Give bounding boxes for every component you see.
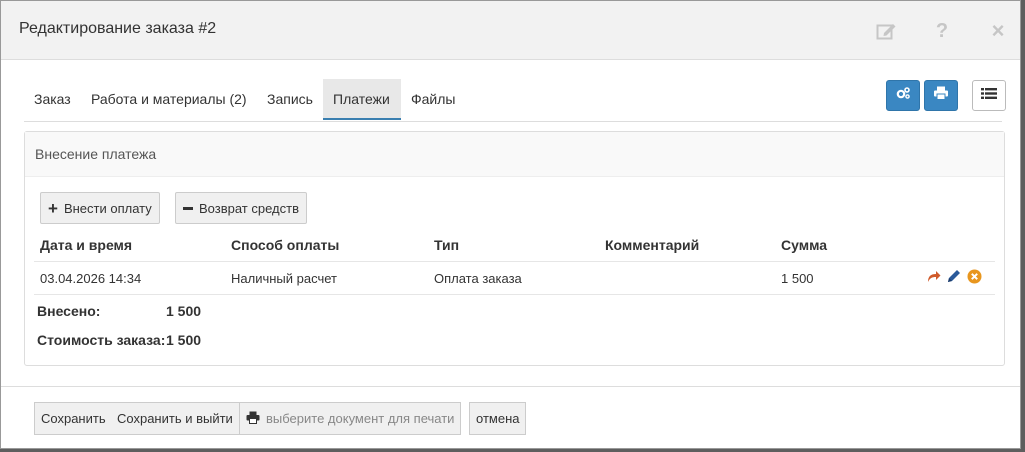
tab-payments[interactable]: Платежи [323,79,401,120]
help-icon[interactable]: ? [930,19,954,43]
settings-gears-icon [895,86,911,105]
cell-type: Оплата заказа [434,271,522,286]
list-icon [981,87,997,105]
print-document-select[interactable]: выберите документ для печати [240,402,462,435]
column-header-type[interactable]: Тип [434,237,459,253]
settings-button[interactable] [886,80,920,111]
table-divider [34,294,995,295]
edit-pencil-icon[interactable] [947,269,961,288]
paid-label: Внесено: [37,303,101,319]
modal-title: Редактирование заказа #2 [19,20,217,37]
tab-appointment[interactable]: Запись [257,79,323,120]
add-payment-label: Внести оплату [63,200,152,216]
print-icon [933,86,949,105]
refund-button[interactable]: Возврат средств [175,192,307,224]
cell-method: Наличный расчет [231,271,337,286]
column-header-amount[interactable]: Сумма [781,237,827,253]
add-payment-button[interactable]: + Внести оплату [40,192,160,224]
tab-order[interactable]: Заказ [24,79,81,120]
paid-value: 1 500 [166,303,202,319]
tab-work-materials[interactable]: Работа и материалы (2) [81,79,257,120]
refund-label: Возврат средств [199,200,299,216]
cell-datetime: 03.04.2026 14:34 [40,271,142,286]
modal-header: Редактирование заказа #2 ? × [1,1,1020,60]
list-view-button[interactable] [972,80,1006,111]
payment-panel: Внесение платежа [24,131,1005,366]
cell-amount: 1 500 [781,271,814,286]
column-header-comment[interactable]: Комментарий [605,237,699,253]
order-cost-value: 1 500 [166,332,202,348]
tab-bar: Заказ Работа и материалы (2) Запись Плат… [24,79,1002,122]
table-divider [34,261,995,262]
save-button[interactable]: Сохранить [34,402,113,435]
close-icon[interactable]: × [986,18,1010,43]
order-cost-label: Стоимость заказа: [37,332,166,348]
cancel-button[interactable]: отмена [469,402,527,435]
print-icon [246,411,260,427]
edit-icon[interactable] [875,19,899,43]
save-and-exit-button[interactable]: Сохранить и выйти [111,402,240,435]
column-header-datetime[interactable]: Дата и время [40,237,132,253]
plus-icon: + [48,198,58,218]
print-button[interactable] [924,80,958,111]
tab-files[interactable]: Файлы [401,79,465,120]
edit-order-modal: Редактирование заказа #2 ? × Заказ Работ… [0,0,1021,449]
delete-circle-icon[interactable] [967,269,982,289]
panel-title: Внесение платежа [25,132,1004,177]
share-arrow-icon[interactable] [926,269,941,288]
footer-divider [1,386,1020,387]
minus-icon [183,206,193,210]
print-document-label: выберите документ для печати [266,411,455,426]
column-header-method[interactable]: Способ оплаты [231,237,339,253]
